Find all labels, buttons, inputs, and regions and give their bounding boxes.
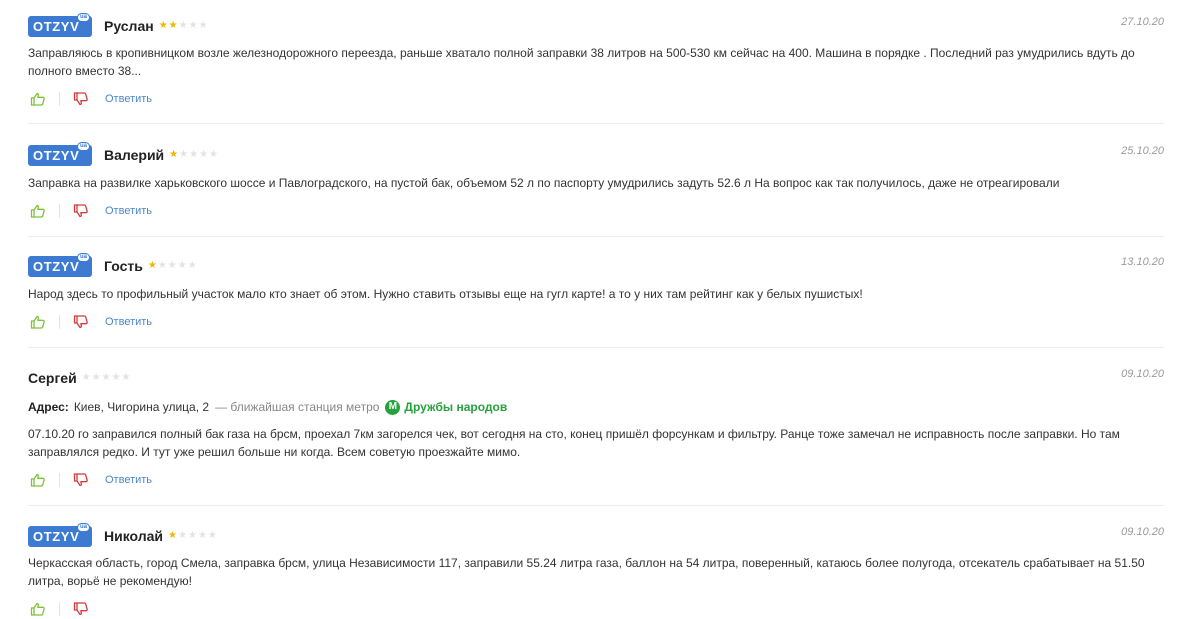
reply-link[interactable]: Ответить [105,205,152,217]
thumbs-up-icon[interactable] [28,599,48,619]
star-rating: ★ ★ ★ ★ ★ [168,531,217,541]
divider [59,602,60,616]
logo-badge: ua [76,522,90,532]
review-date: 25.10.20 [1121,145,1164,157]
star-icon: ★ [209,149,218,160]
star-icon: ★ [178,530,187,541]
review-author: Николай [104,528,164,544]
thumbs-up-icon[interactable] [28,470,48,490]
star-icon: ★ [177,260,187,271]
star-icon: ★ [121,372,131,383]
star-icon: ★ [157,260,167,271]
divider [28,347,1164,348]
star-icon: ★ [81,372,91,383]
reply-link[interactable]: Ответить [105,474,152,486]
star-icon: ★ [179,149,189,160]
divider [59,315,60,329]
otzyv-logo: OTZYV ua [28,522,92,547]
star-icon: ★ [187,260,197,271]
divider [59,204,60,218]
metro-note: — ближайшая станция метро [215,400,380,414]
logo-badge: ua [76,141,90,151]
reply-link[interactable]: Ответить [105,316,152,328]
review-date: 09.10.20 [1121,368,1164,380]
divider [28,236,1164,237]
star-icon: ★ [111,372,121,383]
thumbs-down-icon[interactable] [71,89,91,109]
logo-badge: ua [76,252,90,262]
review-author: Сергей [28,370,77,386]
divider [28,123,1164,124]
review-date: 27.10.20 [1121,16,1164,28]
star-icon: ★ [187,530,197,541]
star-icon: ★ [199,149,209,160]
reply-link[interactable]: Ответить [105,93,152,105]
thumbs-up-icon[interactable] [28,312,48,332]
star-icon: ★ [168,530,177,541]
thumbs-up-icon[interactable] [28,201,48,221]
thumbs-down-icon[interactable] [71,470,91,490]
star-icon: ★ [189,149,199,160]
otzyv-logo: OTZYV ua [28,141,92,166]
address-street: Киев, Чигорина улица, 2 [73,400,210,414]
star-icon: ★ [178,20,188,31]
address-line: Адрес: Киев, Чигорина улица, 2 — ближайш… [28,398,507,416]
otzyv-logo: OTZYV ua [28,252,92,277]
logo-text: OTZYV [33,18,80,34]
thumbs-down-icon[interactable] [71,201,91,221]
review-author: Гость [104,258,143,274]
star-icon: ★ [101,372,111,383]
star-icon: ★ [168,20,178,31]
review-text: Черкасская область, город Смела, заправк… [28,556,1145,588]
review-date: 09.10.20 [1121,526,1164,538]
otzyv-logo: OTZYV ua [28,12,92,37]
metro-m-icon: M [385,399,401,415]
review-text: Заправляюсь в кропивницком возле железно… [28,46,1135,78]
star-rating: ★ ★ ★ ★ ★ [148,261,197,271]
review-author: Руслан [104,18,154,34]
star-icon: ★ [147,260,157,271]
review-text: 07.10.20 го заправился полный бак газа н… [28,427,1120,459]
star-rating: ★ ★ ★ ★ ★ [159,21,208,31]
star-icon: ★ [198,20,208,31]
address-label: Адрес: [28,400,69,414]
star-icon: ★ [197,530,207,541]
star-icon: ★ [158,20,168,31]
metro-station[interactable]: Дружбы народов [404,398,507,416]
thumbs-down-icon[interactable] [71,312,91,332]
logo-text: OTZYV [33,528,80,544]
divider [28,505,1164,506]
thumbs-up-icon[interactable] [28,89,48,109]
thumbs-down-icon[interactable] [71,599,91,619]
review-text: Заправка на развилке харьковского шоссе … [28,176,1060,190]
star-rating: ★ ★ ★ ★ ★ [169,150,218,160]
star-icon: ★ [167,260,177,271]
review-author: Валерий [104,147,165,163]
star-icon: ★ [91,372,101,383]
star-icon: ★ [169,149,179,160]
divider [59,92,60,106]
star-rating: ★ ★ ★ ★ ★ [82,373,131,383]
review-date: 13.10.20 [1121,256,1164,268]
star-icon: ★ [207,530,217,541]
divider [59,473,60,487]
logo-text: OTZYV [33,258,80,274]
review-text: Народ здесь то профильный участок мало к… [28,287,863,301]
logo-badge: ua [76,12,90,22]
logo-text: OTZYV [33,147,80,163]
star-icon: ★ [188,20,198,31]
